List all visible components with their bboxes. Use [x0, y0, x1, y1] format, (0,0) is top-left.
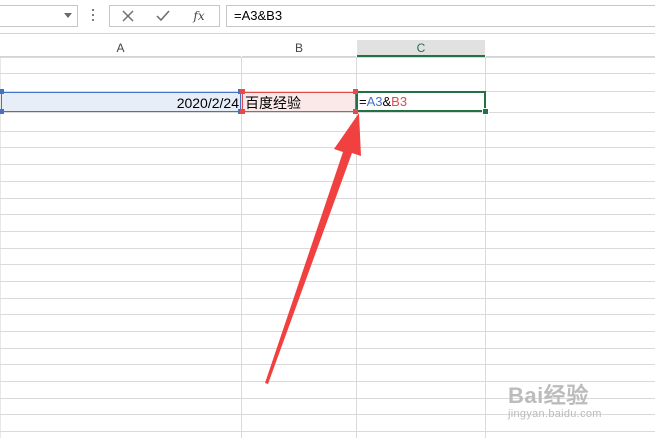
gridline: [0, 214, 655, 215]
formula-buttons: fx: [109, 5, 220, 27]
cell-c3-ref-b3: B3: [391, 94, 408, 109]
fill-handle[interactable]: [482, 108, 489, 115]
gridline: [0, 298, 655, 299]
gridline: [0, 181, 655, 182]
gridline: [0, 248, 655, 249]
gridline: [0, 314, 655, 315]
fx-icon: fx: [193, 9, 205, 23]
watermark-logo: Bai经验: [508, 383, 589, 408]
selection-handle[interactable]: [353, 109, 358, 114]
selection-handle[interactable]: [0, 89, 4, 94]
column-header-d[interactable]: [486, 40, 655, 57]
selection-handle[interactable]: [240, 109, 245, 114]
selection-handle[interactable]: [240, 89, 245, 94]
watermark: Bai经验 jingyan.baidu.com: [508, 378, 648, 438]
gridline: [0, 164, 655, 165]
gridline: [0, 112, 655, 113]
cell-b3[interactable]: 百度经验: [242, 92, 356, 112]
gridline: [0, 131, 655, 132]
insert-function-button[interactable]: fx: [184, 6, 214, 26]
selection-handle[interactable]: [353, 89, 358, 94]
column-header-c[interactable]: C: [357, 40, 485, 57]
enter-formula-button[interactable]: [148, 6, 178, 26]
cancel-formula-button[interactable]: [113, 6, 143, 26]
cell-c3-ref-a3: A3: [366, 94, 383, 109]
gridline: [0, 147, 655, 148]
check-icon: [156, 10, 170, 22]
cell-c3-equals: =: [359, 94, 367, 109]
selection-handle[interactable]: [0, 109, 4, 114]
gridline: [0, 57, 655, 58]
cell-c3-active[interactable]: =A3&B3: [356, 91, 486, 112]
formula-bar: fx =A3&B3: [0, 0, 655, 34]
watermark-url: jingyan.baidu.com: [508, 408, 602, 420]
cell-b3-value: 百度经验: [245, 95, 301, 111]
cell-a3[interactable]: 2020/2/24: [1, 92, 241, 112]
cell-c3-operator: &: [382, 94, 392, 109]
gridline: [0, 364, 655, 365]
more-options-icon[interactable]: [91, 9, 95, 23]
gridline: [0, 231, 655, 232]
gridline: [0, 348, 655, 349]
column-header-a[interactable]: A: [0, 40, 241, 57]
x-icon: [122, 10, 134, 22]
gridline: [0, 198, 655, 199]
gridline: [0, 264, 655, 265]
chevron-down-icon[interactable]: [64, 13, 72, 18]
gridline: [0, 281, 655, 282]
cell-a3-value: 2020/2/24: [176, 95, 239, 111]
gridline: [0, 73, 655, 74]
name-box[interactable]: [0, 5, 78, 27]
column-header-b[interactable]: B: [242, 40, 356, 57]
formula-input[interactable]: =A3&B3: [226, 5, 655, 27]
gridline: [0, 331, 655, 332]
